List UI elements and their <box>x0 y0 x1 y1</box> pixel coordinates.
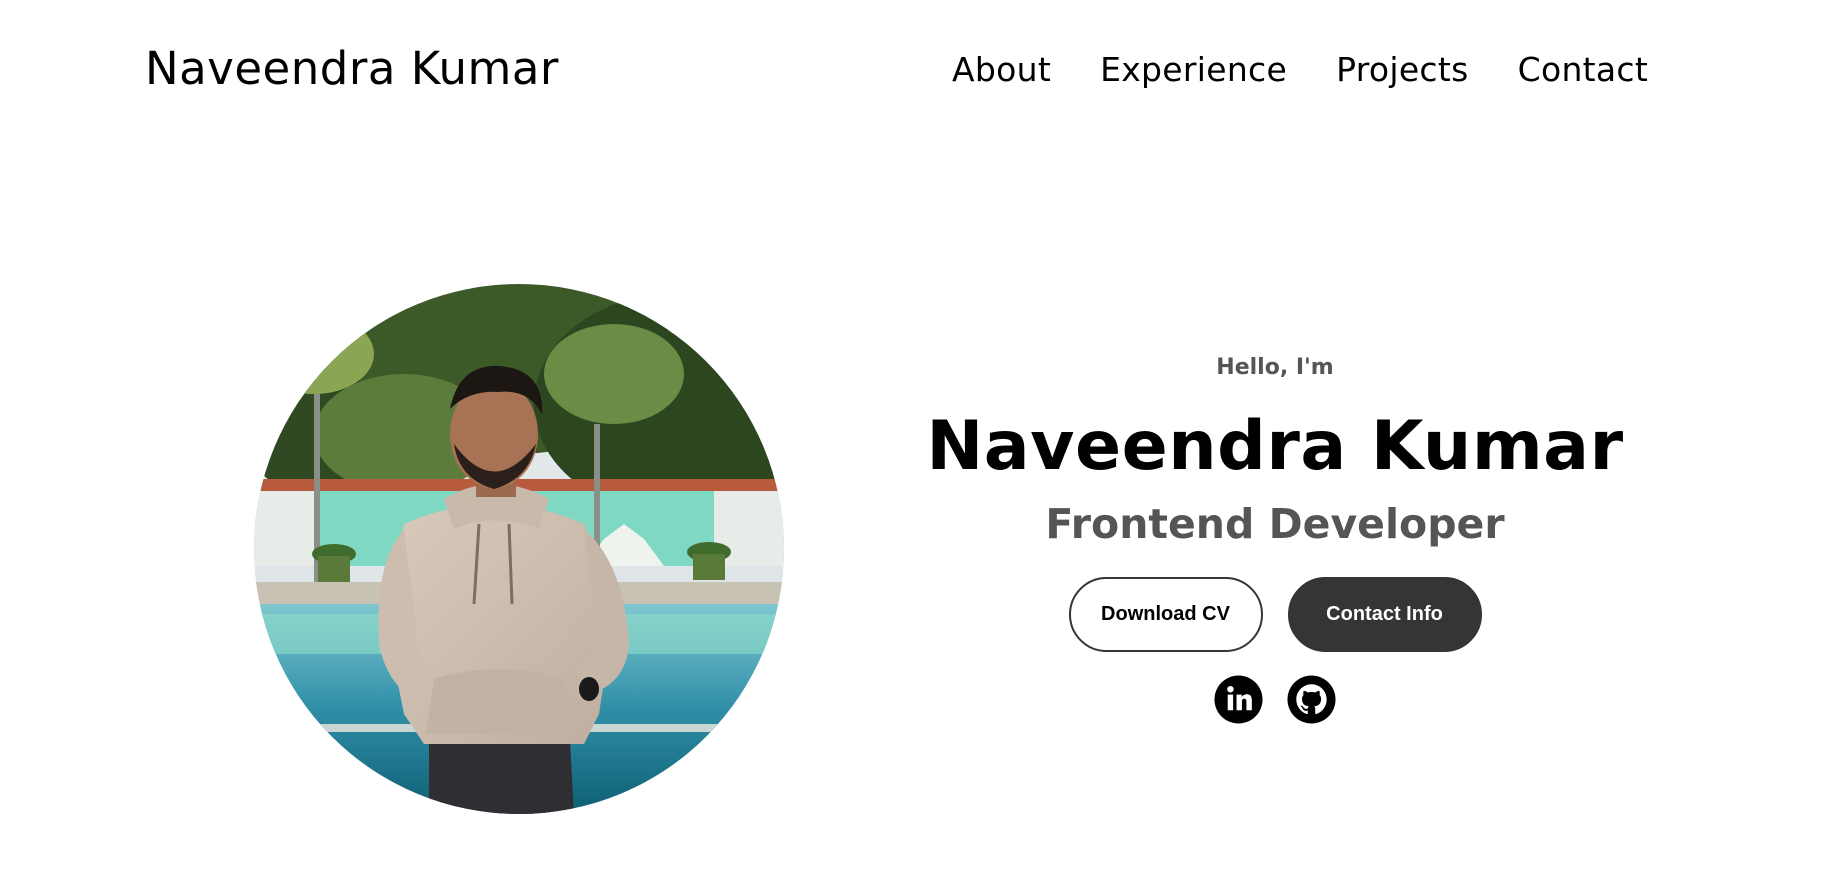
main-nav: About Experience Projects Contact <box>952 50 1648 89</box>
linkedin-icon[interactable] <box>1214 675 1263 724</box>
contact-info-button[interactable]: Contact Info <box>1287 577 1482 652</box>
nav-link-projects[interactable]: Projects <box>1336 50 1469 89</box>
hero-role: Frontend Developer <box>1045 500 1505 548</box>
hero-name: Naveendra Kumar <box>926 407 1624 486</box>
nav-item-projects: Projects <box>1336 50 1469 89</box>
github-icon[interactable] <box>1287 675 1336 724</box>
nav-link-experience[interactable]: Experience <box>1100 50 1287 89</box>
greeting-text: Hello, I'm <box>1216 355 1334 380</box>
profile-picture <box>254 284 784 814</box>
nav-item-experience: Experience <box>1100 50 1287 89</box>
hero-section: Hello, I'm Naveendra Kumar Frontend Deve… <box>860 355 1690 724</box>
hero-buttons: Download CV Contact Info <box>860 577 1690 652</box>
nav-item-about: About <box>952 50 1051 89</box>
download-cv-button[interactable]: Download CV <box>1068 577 1263 652</box>
page: Naveendra Kumar About Experience Project… <box>0 0 1835 892</box>
site-logo[interactable]: Naveendra Kumar <box>145 42 559 95</box>
nav-item-contact: Contact <box>1518 50 1649 89</box>
social-links <box>860 675 1690 724</box>
profile-photo-illustration <box>254 284 784 814</box>
nav-link-about[interactable]: About <box>952 50 1051 89</box>
nav-link-contact[interactable]: Contact <box>1518 50 1649 89</box>
